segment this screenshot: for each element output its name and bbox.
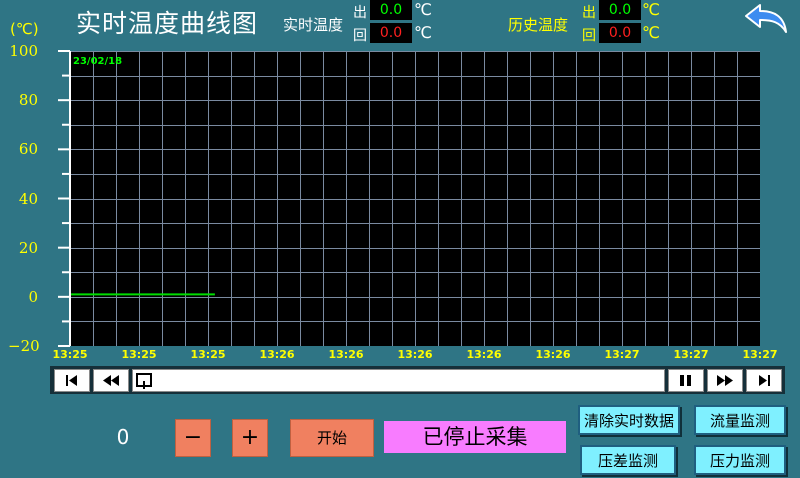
y-tick-label: −20: [8, 337, 40, 355]
chart-scrollbar[interactable]: [132, 369, 665, 392]
x-tick-label: 13:25: [52, 348, 88, 361]
y-tick-label: 100: [9, 42, 38, 60]
y-tick-label: 0: [28, 287, 38, 306]
return-arrow-icon[interactable]: [740, 2, 790, 36]
increment-button[interactable]: +: [232, 419, 268, 457]
pressure-diff-monitor-button[interactable]: 压差监测: [580, 445, 676, 475]
status-indicator: 已停止采集: [384, 421, 566, 453]
flow-monitor-button[interactable]: 流量监测: [694, 405, 786, 435]
skip-to-end-icon[interactable]: [746, 369, 782, 392]
x-tick-label: 13:26: [397, 348, 433, 361]
history-temp-label: 历史温度: [508, 16, 569, 34]
realtime-out-value: 0.0: [370, 0, 412, 20]
y-tick-label: 60: [18, 140, 38, 159]
pressure-monitor-button[interactable]: 压力监测: [694, 445, 786, 475]
x-tick-label: 13:26: [466, 348, 502, 361]
y-axis: [58, 50, 71, 347]
y-tick-label: 20: [18, 238, 38, 257]
history-out-label: 出: [582, 5, 596, 21]
clear-realtime-data-button[interactable]: 清除实时数据: [578, 405, 680, 435]
realtime-back-value: 0.0: [370, 23, 412, 43]
realtime-back-unit: ℃: [414, 23, 432, 42]
chart-svg: [70, 51, 761, 347]
rewind-icon[interactable]: [93, 369, 129, 392]
y-tick-label: 40: [18, 189, 38, 208]
history-back-label: 回: [582, 28, 596, 44]
x-tick-label: 13:27: [742, 348, 778, 361]
x-tick-label: 13:27: [604, 348, 640, 361]
realtime-out-unit: ℃: [414, 0, 432, 19]
x-tick-label: 13:25: [190, 348, 226, 361]
x-tick-label: 13:26: [328, 348, 364, 361]
x-tick-label: 13:26: [259, 348, 295, 361]
skip-to-start-icon[interactable]: [54, 369, 90, 392]
x-tick-label: 13:25: [121, 348, 157, 361]
history-out-unit: ℃: [642, 0, 660, 19]
realtime-back-label: 回: [353, 28, 367, 44]
y-unit-label: (℃): [10, 20, 39, 38]
chart-plot-area: [70, 51, 761, 347]
chart-date-label: 23/02/18: [73, 56, 123, 67]
interval-counter: 0: [116, 425, 130, 449]
y-tick-label: 80: [18, 91, 38, 110]
fast-forward-icon[interactable]: [707, 369, 743, 392]
x-tick-label: 13:26: [535, 348, 571, 361]
decrement-button[interactable]: −: [175, 419, 211, 457]
history-back-unit: ℃: [642, 23, 660, 42]
scrollbar-thumb[interactable]: [136, 373, 152, 389]
page-title: 实时温度曲线图: [76, 9, 259, 38]
history-back-value: 0.0: [599, 23, 641, 43]
realtime-temp-label: 实时温度: [283, 16, 344, 34]
realtime-out-label: 出: [353, 5, 367, 21]
x-tick-label: 13:27: [673, 348, 709, 361]
history-out-value: 0.0: [599, 0, 641, 20]
start-button[interactable]: 开始: [290, 419, 374, 457]
pause-icon[interactable]: [668, 369, 704, 392]
